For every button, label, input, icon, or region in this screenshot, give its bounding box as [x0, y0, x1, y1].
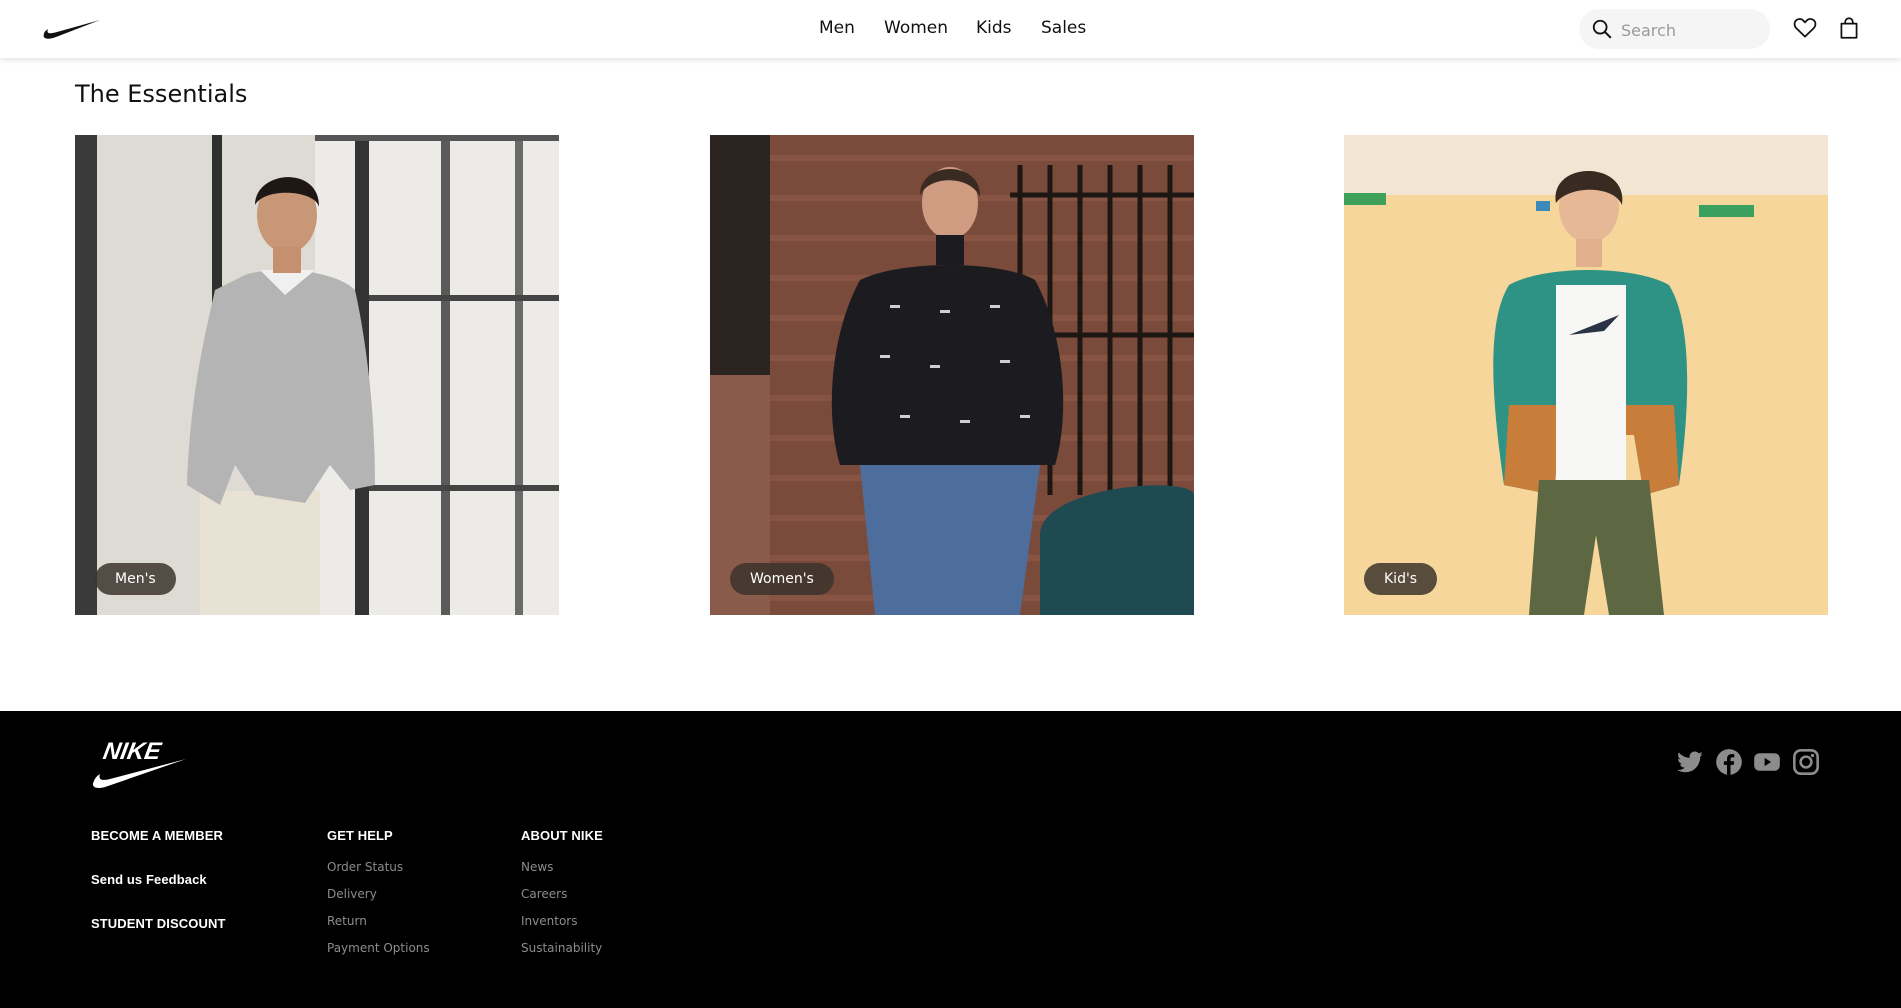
bag-icon[interactable]	[1836, 15, 1862, 41]
instagram-icon[interactable]	[1792, 748, 1820, 776]
category-card-women[interactable]: Women's	[710, 135, 1194, 615]
search-input[interactable]	[1619, 9, 1763, 51]
nav-kids[interactable]: Kids	[976, 18, 1012, 38]
kids-photo	[1344, 135, 1828, 615]
sustainability-link[interactable]: Sustainability	[521, 941, 603, 955]
facebook-icon[interactable]	[1715, 748, 1743, 776]
get-help-heading: GET HELP	[327, 828, 393, 843]
footer: NIKE BECOME A MEMBER Send us Feedback ST…	[0, 711, 1901, 1008]
top-navigation-bar: Men Women Kids Sales	[0, 0, 1901, 58]
nav-sales[interactable]: Sales	[1041, 18, 1086, 38]
payment-options-link[interactable]: Payment Options	[327, 941, 430, 955]
category-card-kids[interactable]: Kid's	[1344, 135, 1828, 615]
heart-icon[interactable]	[1792, 15, 1818, 41]
youtube-icon[interactable]	[1753, 748, 1781, 776]
inventors-link[interactable]: Inventors	[521, 914, 603, 928]
men-photo	[75, 135, 559, 615]
category-label: Women's	[730, 563, 834, 595]
footer-primary-links: BECOME A MEMBER Send us Feedback STUDENT…	[91, 828, 226, 931]
delivery-link[interactable]: Delivery	[327, 887, 430, 901]
nav-men[interactable]: Men	[819, 18, 855, 38]
return-link[interactable]: Return	[327, 914, 430, 928]
about-nike-heading: ABOUT NIKE	[521, 828, 603, 843]
women-photo	[710, 135, 1194, 615]
footer-get-help: GET HELP Order Status Delivery Return Pa…	[327, 828, 430, 955]
search-box[interactable]	[1579, 9, 1770, 51]
footer-logo-wordmark: NIKE	[101, 738, 164, 765]
category-label: Kid's	[1364, 563, 1438, 595]
category-label: Men's	[95, 563, 176, 595]
careers-link[interactable]: Careers	[521, 887, 603, 901]
feedback-link[interactable]: Send us Feedback	[91, 872, 226, 887]
nike-footer-logo[interactable]: NIKE	[90, 737, 188, 789]
section-title: The Essentials	[75, 80, 248, 108]
news-link[interactable]: News	[521, 860, 603, 874]
student-discount-link[interactable]: STUDENT DISCOUNT	[91, 916, 226, 931]
order-status-link[interactable]: Order Status	[327, 860, 430, 874]
category-card-men[interactable]: Men's	[75, 135, 559, 615]
become-member-link[interactable]: BECOME A MEMBER	[91, 828, 226, 843]
footer-about-nike: ABOUT NIKE News Careers Inventors Sustai…	[521, 828, 603, 955]
twitter-icon[interactable]	[1676, 748, 1704, 776]
search-icon[interactable]	[1591, 18, 1613, 40]
nav-women[interactable]: Women	[884, 18, 948, 38]
